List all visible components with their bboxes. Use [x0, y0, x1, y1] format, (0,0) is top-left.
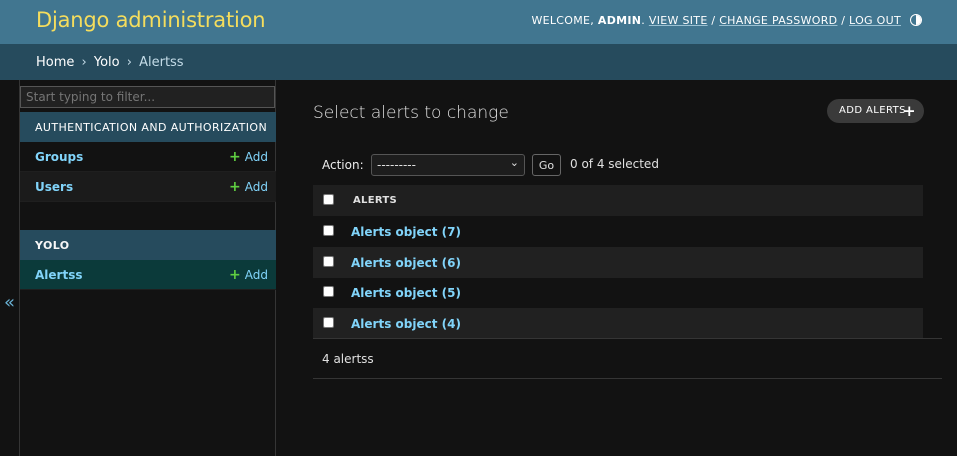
row-checkbox[interactable] [323, 256, 334, 267]
header: Django administration WELCOME, ADMIN. VI… [0, 0, 957, 44]
chevron-down-icon: ⌄ [509, 156, 519, 169]
actions-bar: Action: --------- ⌄ Go 0 of 4 selected [313, 154, 942, 180]
paginator: 4 alertss [313, 338, 942, 379]
table-row: Alerts object (6) [313, 247, 923, 278]
row-checkbox[interactable] [323, 286, 334, 297]
go-button[interactable]: Go [532, 154, 561, 176]
groups-add-link[interactable]: + Add [229, 149, 268, 165]
row-checkbox[interactable] [323, 317, 334, 328]
users-link[interactable]: Users [35, 180, 73, 194]
table-row: Alerts object (4) [313, 308, 923, 339]
row-link[interactable]: Alerts object (5) [351, 286, 461, 300]
groups-link[interactable]: Groups [35, 150, 83, 164]
sidebar-item-groups: Groups + Add [20, 142, 276, 172]
selected-count: 0 of 4 selected [570, 157, 659, 171]
log-out-link[interactable]: LOG OUT [849, 14, 901, 27]
nav-sidebar: AUTHENTICATION AND AUTHORIZATION Groups … [19, 80, 276, 456]
theme-toggle-icon[interactable] [910, 14, 922, 26]
breadcrumb: Home › Yolo › Alertss [0, 44, 957, 80]
add-plus-icon: + [229, 179, 241, 195]
user-tools: WELCOME, ADMIN. VIEW SITE / CHANGE PASSW… [531, 14, 901, 27]
breadcrumb-separator: › [126, 55, 132, 70]
nav-filter-input[interactable] [20, 86, 275, 108]
separator: / [711, 14, 716, 27]
breadcrumb-current: Alertss [139, 55, 184, 70]
table-header: ALERTS [313, 185, 923, 216]
add-plus-icon: + [229, 267, 241, 283]
row-link[interactable]: Alerts object (7) [351, 225, 461, 239]
add-alerts-button[interactable]: ADD ALERTS + [827, 99, 924, 123]
page-title: Select alerts to change [313, 103, 509, 123]
welcome-text: WELCOME, [531, 14, 595, 27]
table-row: Alerts object (7) [313, 216, 923, 247]
breadcrumb-separator: › [81, 55, 87, 70]
breadcrumb-home[interactable]: Home [36, 55, 74, 70]
row-checkbox[interactable] [323, 225, 334, 236]
sidebar-item-users: Users + Add [20, 172, 276, 202]
row-link[interactable]: Alerts object (4) [351, 317, 461, 331]
view-site-link[interactable]: VIEW SITE [649, 14, 708, 27]
breadcrumb-yolo[interactable]: Yolo [94, 55, 120, 70]
action-label: Action: [322, 158, 364, 172]
separator: / [841, 14, 846, 27]
username: ADMIN [597, 14, 642, 27]
plus-icon: + [903, 102, 916, 120]
collapse-sidebar-icon[interactable]: « [4, 292, 15, 313]
site-name[interactable]: Django administration [36, 8, 266, 32]
table-row: Alerts object (5) [313, 277, 923, 308]
row-link[interactable]: Alerts object (6) [351, 256, 461, 270]
select-all-checkbox[interactable] [323, 194, 334, 205]
column-header-alerts[interactable]: ALERTS [353, 195, 397, 206]
users-add-link[interactable]: + Add [229, 179, 268, 195]
sidebar-item-alertss: Alertss + Add [20, 260, 276, 290]
module-caption-auth[interactable]: AUTHENTICATION AND AUTHORIZATION [20, 112, 276, 142]
action-select[interactable]: --------- ⌄ [371, 154, 525, 176]
alertss-add-link[interactable]: + Add [229, 267, 268, 283]
module-caption-yolo[interactable]: YOLO [20, 230, 276, 260]
add-plus-icon: + [229, 149, 241, 165]
alertss-link[interactable]: Alertss [35, 268, 82, 282]
change-password-link[interactable]: CHANGE PASSWORD [719, 14, 837, 27]
